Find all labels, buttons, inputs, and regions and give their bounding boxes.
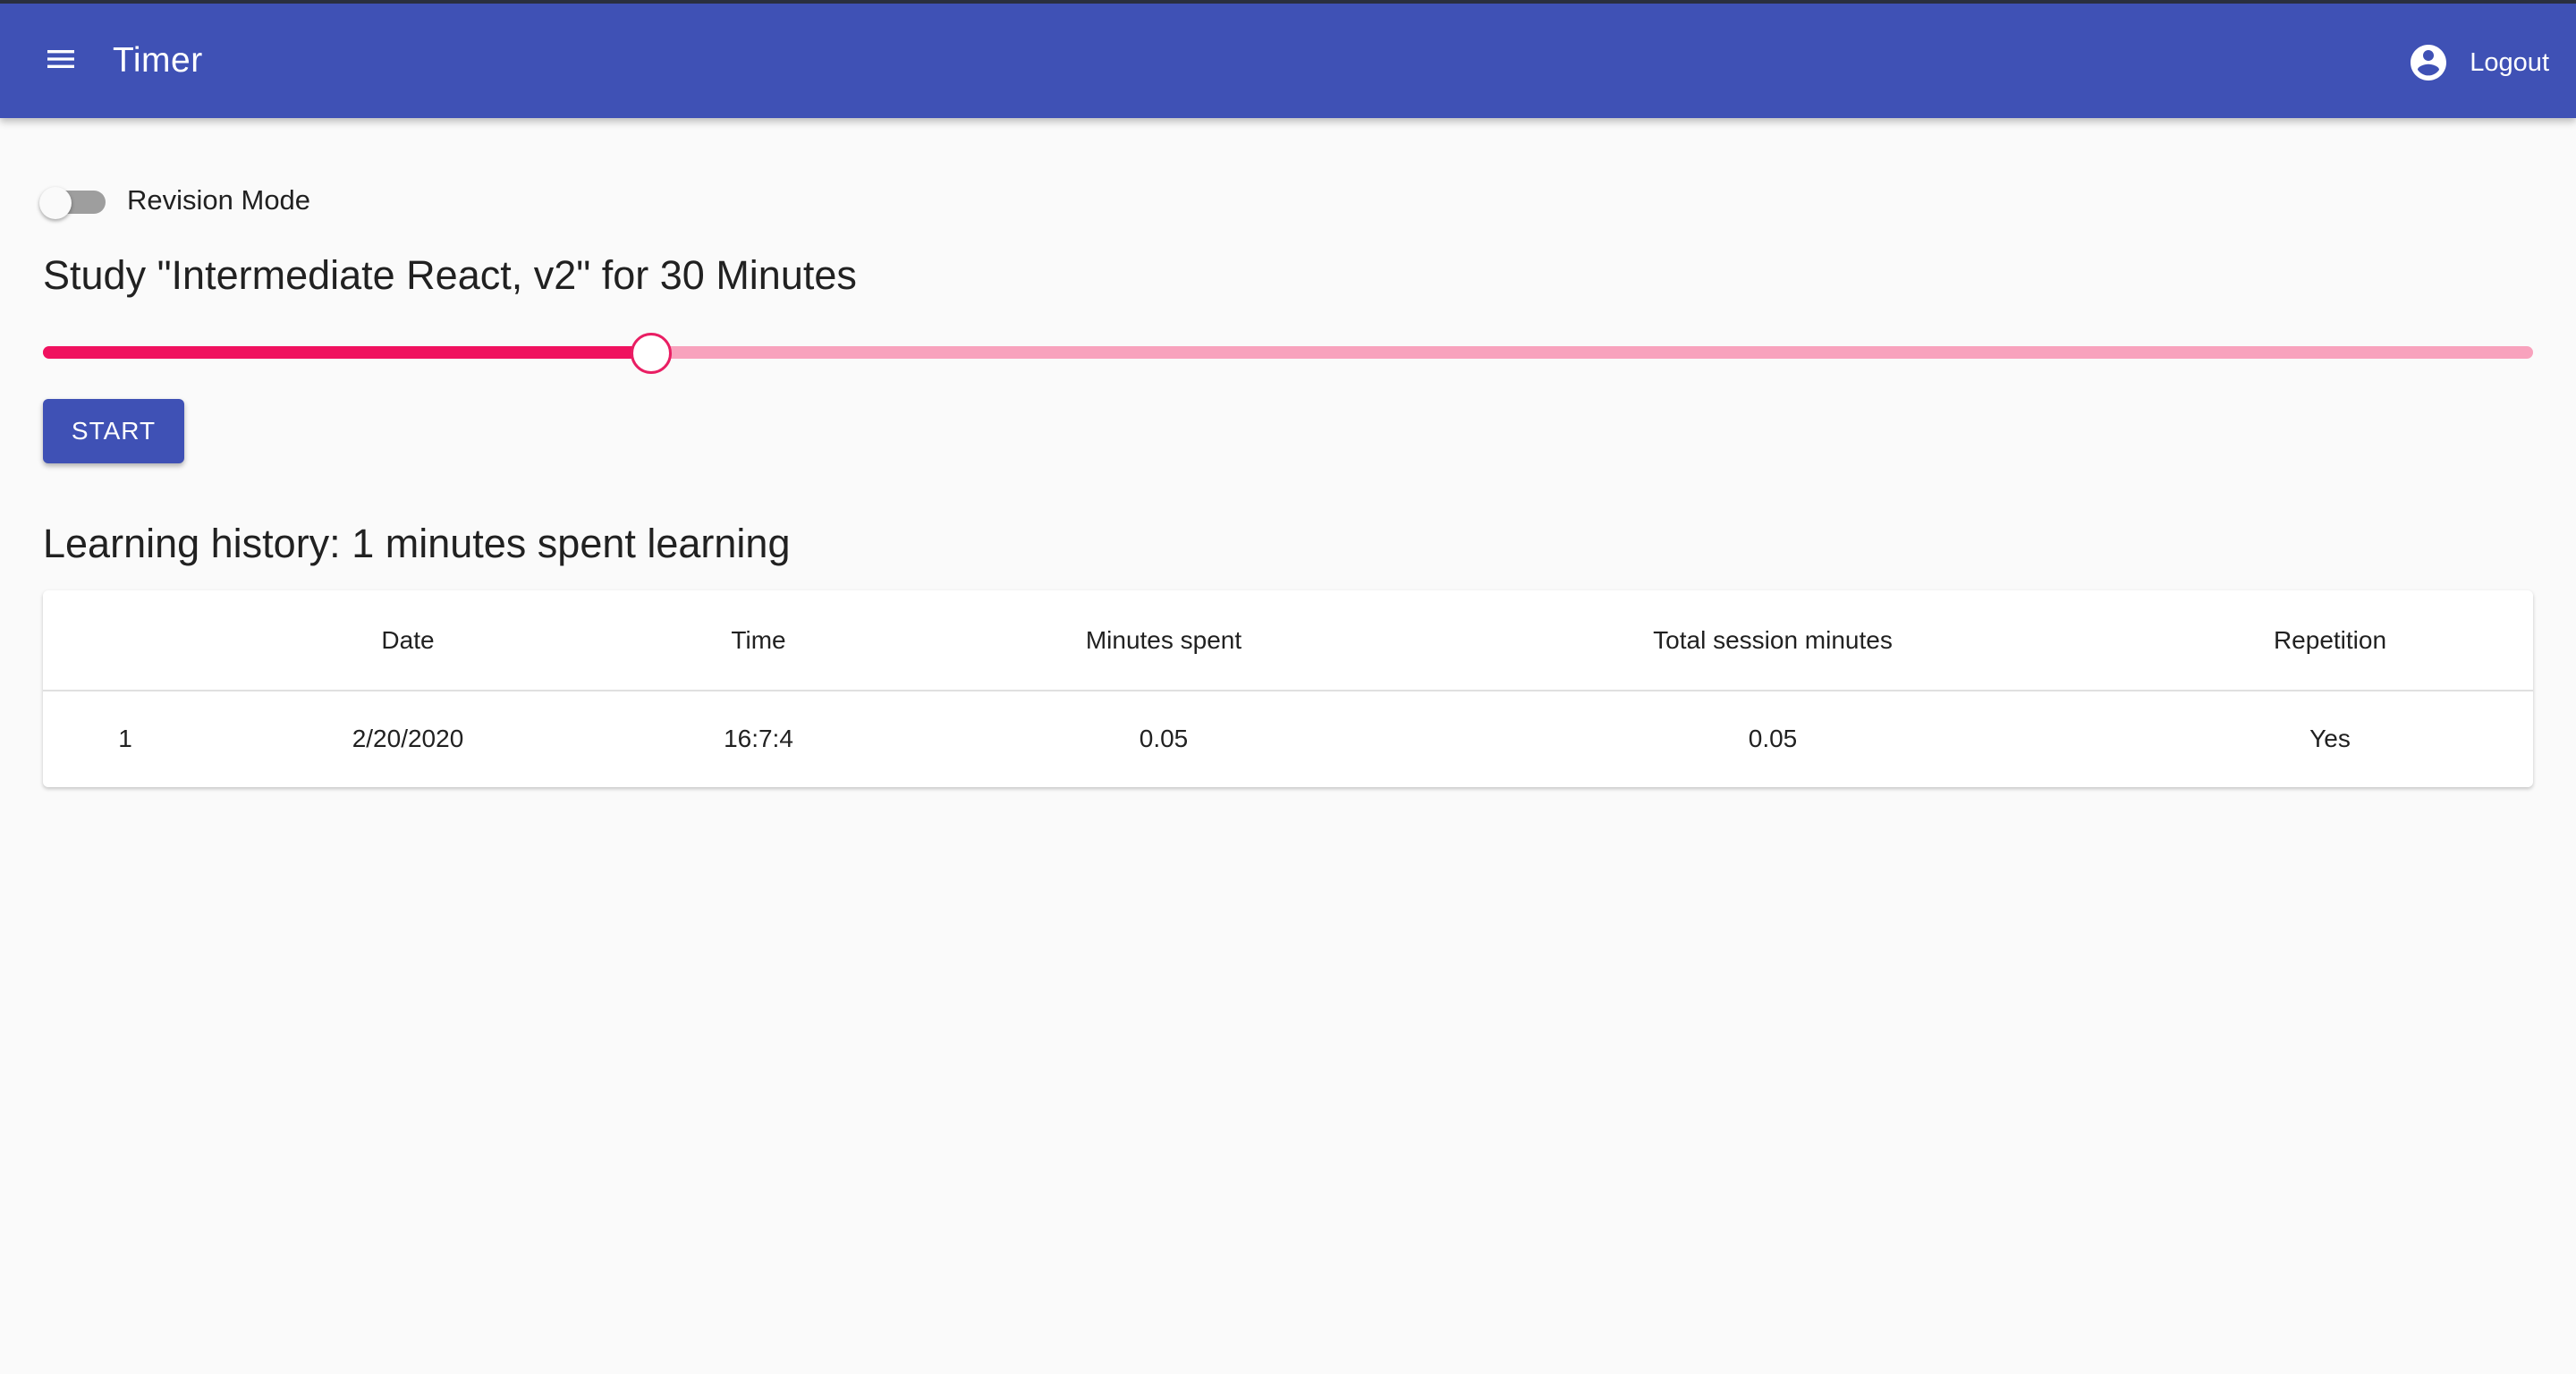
history-table-card: Date Time Minutes spent Total session mi… bbox=[43, 590, 2533, 787]
column-header-index bbox=[43, 590, 208, 691]
column-header-time: Time bbox=[608, 590, 909, 691]
cell-date: 2/20/2020 bbox=[352, 724, 464, 752]
column-header-repetition: Repetition bbox=[2127, 590, 2533, 691]
slider-track bbox=[43, 346, 651, 359]
table-header-row: Date Time Minutes spent Total session mi… bbox=[43, 590, 2533, 691]
logout-label: Logout bbox=[2470, 47, 2549, 77]
revision-mode-label: Revision Mode bbox=[127, 184, 311, 216]
column-header-date: Date bbox=[208, 590, 608, 691]
duration-slider[interactable] bbox=[43, 326, 2533, 379]
menu-icon bbox=[47, 50, 74, 68]
table-row: 1 2/20/2020 16:7:4 0.05 0.05 Yes bbox=[43, 691, 2533, 785]
menu-button[interactable] bbox=[32, 30, 89, 88]
column-header-total-session-minutes: Total session minutes bbox=[1419, 590, 2127, 691]
history-title: Learning history: 1 minutes spent learni… bbox=[43, 521, 791, 566]
cell-repetition: Yes bbox=[2309, 724, 2351, 752]
revision-mode-row: Revision Mode bbox=[39, 174, 311, 227]
start-button[interactable]: START bbox=[43, 399, 184, 463]
cell-minutes-spent: 0.05 bbox=[1139, 724, 1189, 752]
app-bar: Timer Logout bbox=[0, 0, 2576, 118]
column-header-minutes-spent: Minutes spent bbox=[909, 590, 1419, 691]
cell-index: 1 bbox=[118, 724, 132, 752]
revision-mode-switch[interactable] bbox=[39, 174, 107, 227]
app-title: Timer bbox=[113, 41, 203, 80]
slider-thumb[interactable] bbox=[631, 333, 673, 374]
study-title: Study "Intermediate React, v2" for 30 Mi… bbox=[43, 252, 857, 298]
cell-time: 16:7:4 bbox=[724, 724, 793, 752]
account-circle-icon bbox=[2411, 45, 2447, 81]
logout-button[interactable]: Logout bbox=[2407, 38, 2549, 88]
history-table: Date Time Minutes spent Total session mi… bbox=[43, 590, 2533, 785]
switch-thumb bbox=[39, 187, 72, 219]
cell-total-session-minutes: 0.05 bbox=[1748, 724, 1798, 752]
